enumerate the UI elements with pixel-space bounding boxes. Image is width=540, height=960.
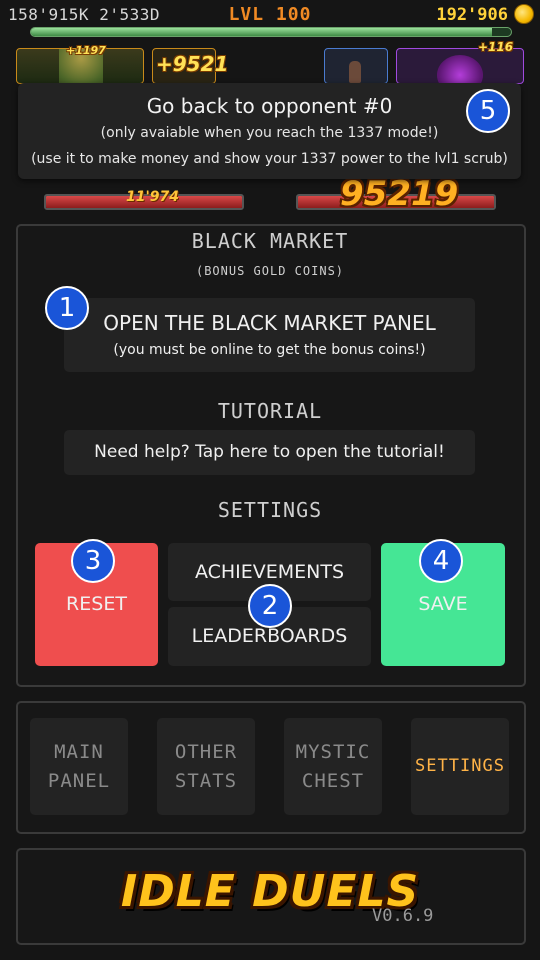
player-hp-value: 11'974 [126, 189, 179, 205]
callout-3: 3 [71, 539, 115, 583]
experience-bar-fill [31, 28, 492, 36]
settings-heading: SETTINGS [217, 498, 323, 522]
gold-amount: 192'906 [436, 5, 508, 25]
gold-coin-icon [514, 4, 534, 24]
nav-settings[interactable]: SETTINGS [411, 718, 509, 815]
black-market-subheading: (BONUS GOLD COINS) [195, 264, 345, 278]
floating-gain-small: +1197 [66, 44, 106, 57]
open-tutorial-button[interactable]: Need help? Tap here to open the tutorial… [64, 430, 475, 475]
tooltip-line-1: (only avaiable when you reach the 1337 m… [100, 125, 439, 141]
opponent-character-sprite [349, 61, 361, 83]
black-market-button-note: (you must be online to get the bonus coi… [113, 342, 426, 358]
nav-main-panel[interactable]: MAIN PANEL [30, 718, 128, 815]
opponent-monster-sprite [437, 55, 483, 83]
game-logo: IDLE DUELS [120, 866, 420, 917]
top-status-bar: 158'915K 2'533D LVL 100 192'906 [0, 0, 540, 30]
nav-other-stats[interactable]: OTHER STATS [157, 718, 255, 815]
black-market-heading: BLACK MARKET [191, 229, 349, 253]
tooltip-title: Go back to opponent #0 [146, 94, 393, 118]
callout-4: 4 [419, 539, 463, 583]
experience-bar [30, 27, 512, 37]
black-market-button-title: OPEN THE BLACK MARKET PANEL [103, 311, 436, 335]
callout-1: 1 [45, 286, 89, 330]
nav-mystic-chest[interactable]: MYSTIC CHEST [284, 718, 382, 815]
opponent-portrait-card [324, 48, 388, 84]
floating-gain-big: +9521 [156, 52, 229, 76]
damage-number: 95219 [340, 174, 459, 214]
callout-5: 5 [466, 89, 510, 133]
opponent-zero-tooltip: Go back to opponent #0 (only avaiable wh… [18, 83, 521, 179]
tutorial-heading: TUTORIAL [217, 399, 323, 423]
version-label: V0.6.9 [372, 906, 434, 926]
tooltip-line-2: (use it to make money and show your 1337… [31, 151, 508, 167]
callout-2: 2 [248, 584, 292, 628]
open-black-market-button[interactable]: OPEN THE BLACK MARKET PANEL (you must be… [64, 298, 475, 372]
floating-gain-right: +116 [478, 40, 514, 54]
